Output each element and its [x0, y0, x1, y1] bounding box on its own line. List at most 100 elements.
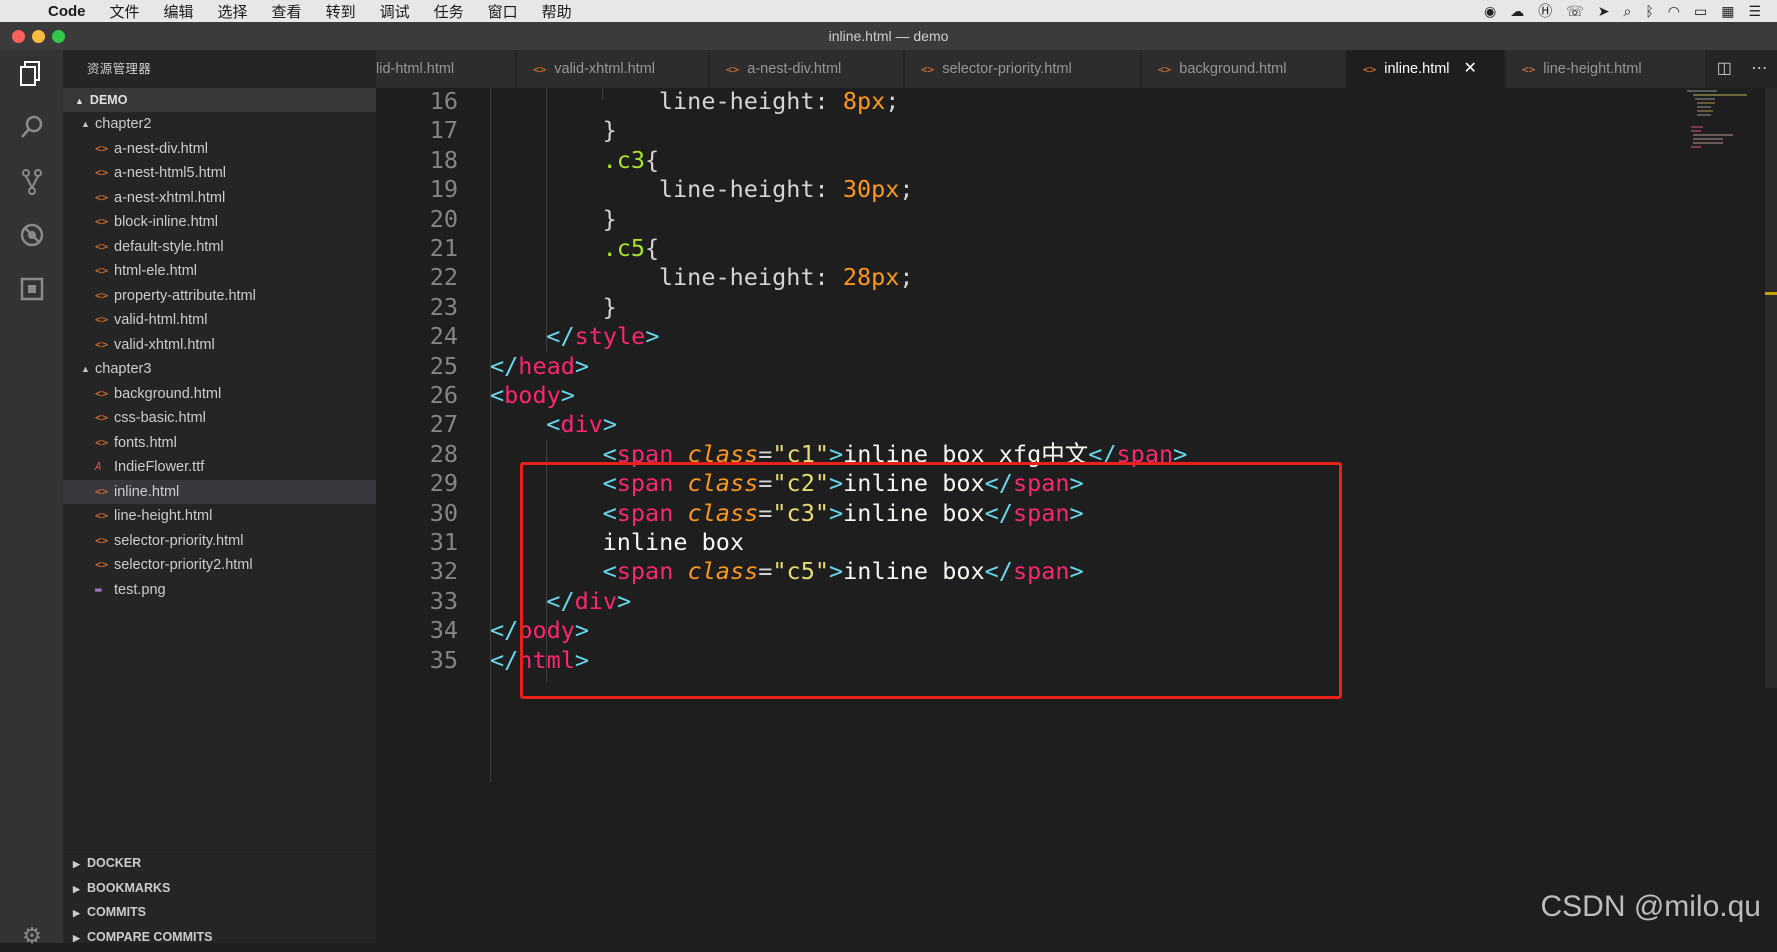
- chevron-right-icon: ▶: [73, 908, 80, 918]
- file-item[interactable]: <> selector-priority2.html: [63, 553, 376, 578]
- code-line[interactable]: 19 line-height: 30px;: [376, 173, 1676, 206]
- cloud-icon[interactable]: ☁: [1510, 3, 1524, 20]
- menu-selection[interactable]: 选择: [206, 1, 260, 22]
- menu-tasks[interactable]: 任务: [422, 1, 476, 22]
- search-icon[interactable]: ⌕: [1624, 3, 1632, 20]
- tab-label: background.html: [1179, 61, 1287, 77]
- file-item[interactable]: <> valid-xhtml.html: [63, 333, 376, 358]
- file-item[interactable]: <> html-ele.html: [63, 259, 376, 284]
- html-file-icon: <>: [95, 386, 109, 400]
- code-line[interactable]: 27 <div>: [376, 408, 1676, 441]
- menu-file[interactable]: 文件: [98, 1, 152, 22]
- tab-background[interactable]: <> background.html: [1142, 50, 1346, 88]
- close-window-button[interactable]: [12, 30, 25, 43]
- folder-chapter2[interactable]: ▲ chapter2: [63, 112, 376, 137]
- settings-gear-icon[interactable]: ⚙: [16, 920, 48, 952]
- explorer-title: 资源管理器: [87, 62, 152, 76]
- menu-edit[interactable]: 编辑: [152, 1, 206, 22]
- split-editor-icon[interactable]: ◫: [1717, 50, 1732, 88]
- line-number: 35: [429, 645, 458, 674]
- close-tab-icon[interactable]: ✕: [1464, 60, 1477, 77]
- code-line[interactable]: 23}: [376, 291, 1676, 324]
- code-line[interactable]: 18 .c3{: [376, 144, 1676, 177]
- html-file-icon: <>: [95, 190, 109, 204]
- bluetooth-icon[interactable]: ᛒ: [1645, 3, 1653, 19]
- code-token: .c5: [602, 234, 646, 262]
- line-number: 17: [429, 116, 458, 145]
- file-item[interactable]: <> property-attribute.html: [63, 284, 376, 309]
- file-item[interactable]: <> block-inline.html: [63, 210, 376, 235]
- file-item[interactable]: <> background.html: [63, 382, 376, 407]
- tab-inline[interactable]: <> inline.html ✕: [1347, 50, 1505, 88]
- tab-label: a-nest-div.html: [747, 61, 842, 77]
- line-number: 21: [429, 234, 458, 262]
- flag-icon[interactable]: ▦: [1721, 3, 1734, 20]
- zoom-window-button[interactable]: [52, 30, 65, 43]
- section-docker[interactable]: ▶ DOCKER: [63, 851, 376, 876]
- explorer-icon[interactable]: [16, 60, 48, 92]
- section-bookmarks[interactable]: ▶ BOOKMARKS: [63, 876, 376, 901]
- line-number: 20: [429, 204, 458, 233]
- list-icon[interactable]: ☰: [1748, 3, 1761, 20]
- code-line[interactable]: 17}: [376, 114, 1676, 147]
- menu-view[interactable]: 查看: [260, 1, 314, 22]
- file-item[interactable]: <> line-height.html: [63, 504, 376, 529]
- code-token: body: [504, 381, 561, 409]
- chat-icon[interactable]: ☏: [1566, 3, 1584, 20]
- search-icon[interactable]: [16, 114, 48, 146]
- workspace-root[interactable]: ▲ DEMO: [63, 88, 376, 112]
- code-line[interactable]: 21 .c5{: [376, 232, 1676, 265]
- file-item[interactable]: <> a-nest-div.html: [63, 137, 376, 162]
- code-line[interactable]: 26 <body>: [376, 379, 1676, 412]
- code-line[interactable]: 22 line-height: 28px;: [376, 261, 1676, 294]
- file-item[interactable]: <> valid-html.html: [63, 308, 376, 333]
- record-icon[interactable]: ◉: [1484, 3, 1496, 20]
- code-line[interactable]: 25 </head>: [376, 350, 1676, 383]
- tab-a-nest-div[interactable]: <> a-nest-div.html: [710, 50, 904, 88]
- line-number: 18: [429, 145, 458, 174]
- html-file-icon: <>: [95, 509, 109, 522]
- file-item[interactable]: A IndieFlower.ttf: [63, 455, 376, 480]
- section-commits[interactable]: ▶ COMMITS: [63, 900, 376, 925]
- section-commits-label: COMMITS: [87, 905, 147, 919]
- file-item[interactable]: <> a-nest-xhtml.html: [63, 186, 376, 211]
- file-item[interactable]: <> css-basic.html: [63, 406, 376, 431]
- menu-help[interactable]: 帮助: [530, 1, 584, 22]
- file-item[interactable]: ▬ test.png: [63, 578, 376, 603]
- folder-chapter3[interactable]: ▲ chapter3: [63, 357, 376, 382]
- file-item[interactable]: <> inline.html: [63, 479, 376, 504]
- more-actions-icon[interactable]: ⋯: [1751, 50, 1767, 88]
- code-token: div: [560, 410, 603, 439]
- tab-selector-priority[interactable]: <> selector-priority.html: [905, 50, 1141, 88]
- html-file-icon: <>: [95, 239, 109, 253]
- tab-lid-html[interactable]: lid-html.html: [376, 50, 516, 88]
- tab-line-height[interactable]: <> line-height.html: [1506, 50, 1706, 88]
- extensions-icon[interactable]: [16, 276, 48, 308]
- code-line[interactable]: 20}: [376, 203, 1676, 236]
- file-item[interactable]: <> a-nest-html5.html: [63, 161, 376, 186]
- file-item[interactable]: <> default-style.html: [63, 235, 376, 260]
- tab-valid-xhtml[interactable]: <> valid-xhtml.html: [517, 50, 709, 88]
- file-item[interactable]: <> selector-priority.html: [63, 529, 376, 554]
- vertical-scrollbar[interactable]: [1765, 88, 1777, 688]
- source-control-icon[interactable]: [16, 168, 48, 200]
- wifi-icon[interactable]: ◠: [1668, 3, 1680, 20]
- minimap[interactable]: [1687, 88, 1749, 168]
- app-menu[interactable]: Code: [36, 3, 98, 20]
- menu-window[interactable]: 窗口: [476, 1, 530, 22]
- battery-icon[interactable]: ▭: [1694, 3, 1707, 20]
- h-icon[interactable]: Ⓗ: [1538, 1, 1552, 21]
- menu-debug[interactable]: 调试: [368, 1, 422, 22]
- file-label: a-nest-xhtml.html: [114, 189, 226, 206]
- file-item[interactable]: <> fonts.html: [63, 431, 376, 456]
- window-title: inline.html — demo: [828, 28, 949, 44]
- activity-bar: ⚙: [0, 50, 63, 948]
- code-text: <div>: [546, 408, 617, 441]
- section-docker-label: DOCKER: [87, 856, 142, 870]
- code-line[interactable]: 24 </style>: [376, 320, 1676, 353]
- section-compare-commits[interactable]: ▶ COMPARE COMMITS: [63, 925, 376, 950]
- menu-go[interactable]: 转到: [314, 1, 368, 22]
- minimize-window-button[interactable]: [32, 30, 45, 43]
- send-icon[interactable]: ➤: [1598, 3, 1610, 20]
- debug-icon[interactable]: [16, 222, 48, 254]
